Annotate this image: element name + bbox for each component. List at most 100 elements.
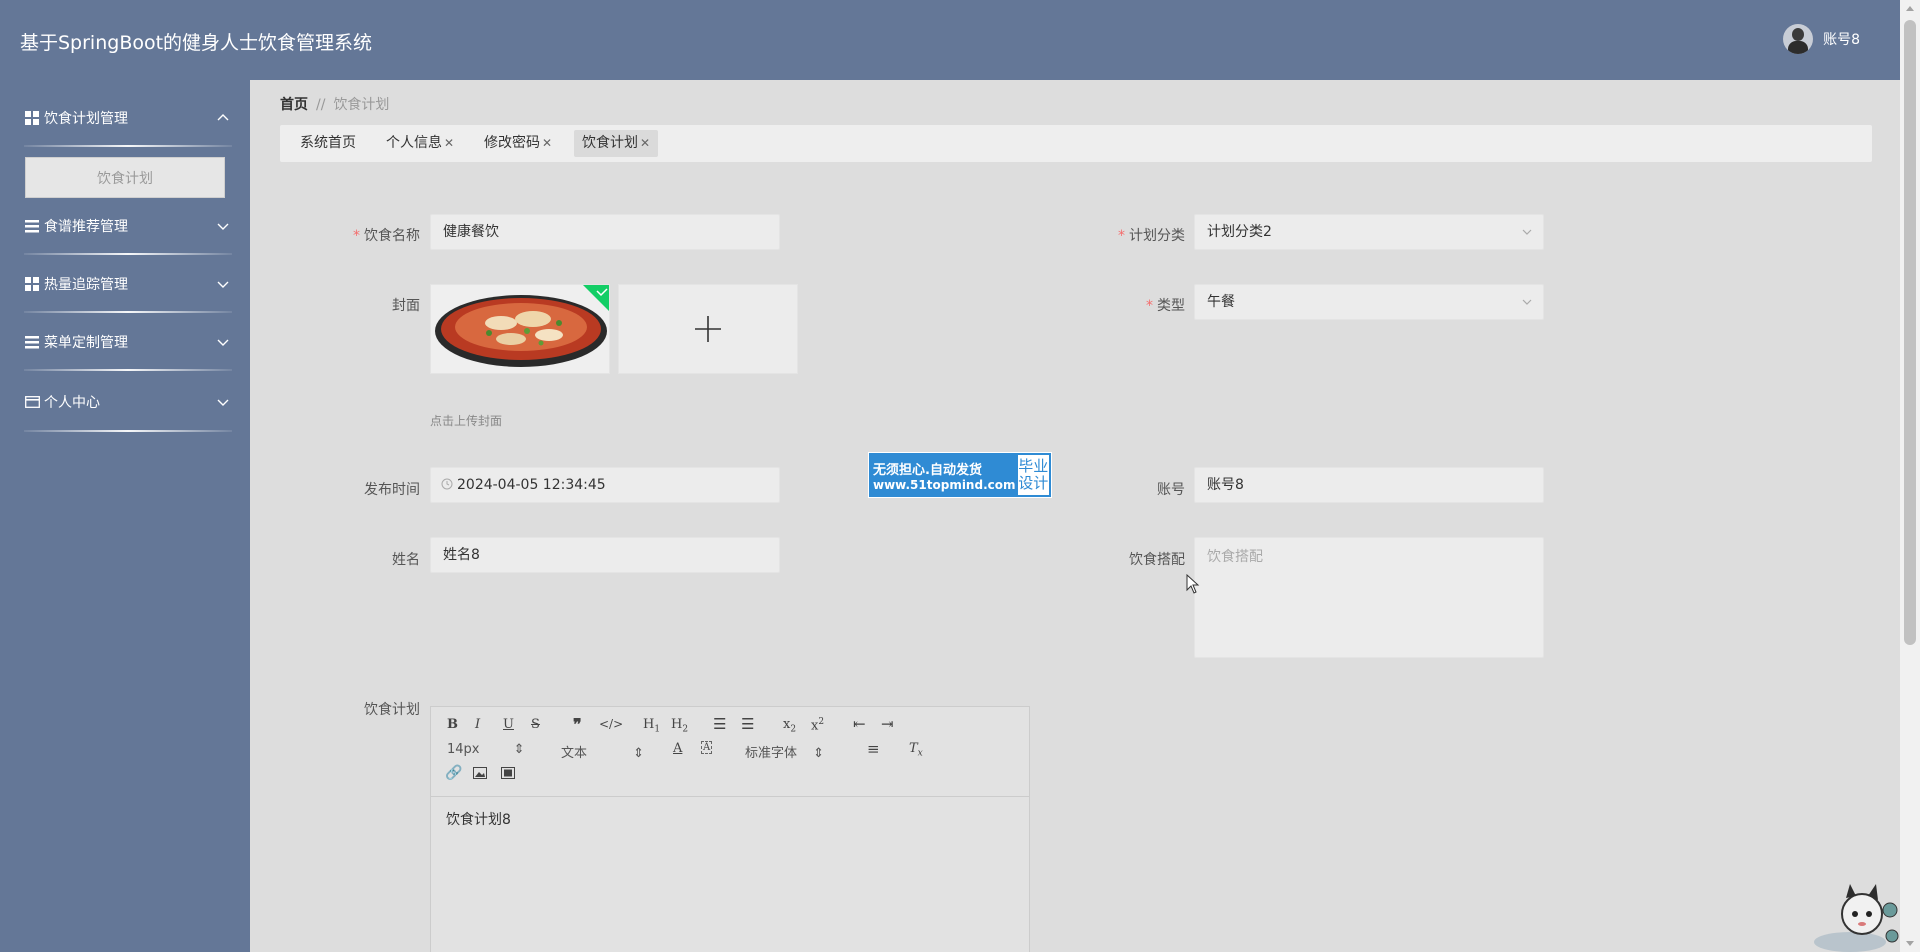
- vertical-scrollbar[interactable]: [1900, 0, 1920, 952]
- subscript-button[interactable]: x2: [783, 717, 796, 735]
- sidebar-item-label: 热量追踪管理: [44, 277, 128, 293]
- h2-button[interactable]: H2: [671, 717, 688, 735]
- close-icon[interactable]: ✕: [444, 136, 454, 150]
- app-title: 基于SpringBoot的健身人士饮食管理系统: [20, 32, 373, 54]
- divider: [24, 145, 232, 147]
- align-button[interactable]: ≡: [867, 740, 880, 758]
- label-diet-name: * 饮食名称: [300, 225, 420, 245]
- h1-button[interactable]: H1: [643, 717, 660, 735]
- list-icon: [24, 334, 40, 350]
- grid-icon: [24, 110, 40, 126]
- link-button[interactable]: 🔗: [445, 765, 462, 781]
- divider: [24, 369, 232, 371]
- diet-name-input[interactable]: 健康餐饮: [430, 214, 780, 250]
- food-bowl-image: [431, 285, 609, 373]
- ordered-list-button[interactable]: ☰: [713, 715, 726, 733]
- list-icon: [24, 218, 40, 234]
- header-select[interactable]: 文本 ⇕: [561, 742, 644, 761]
- upload-cover-button[interactable]: [618, 284, 798, 374]
- tab-change-password[interactable]: 修改密码 ✕: [476, 130, 560, 157]
- close-icon[interactable]: ✕: [542, 136, 552, 150]
- tab-label: 修改密码: [484, 135, 540, 151]
- image-button[interactable]: [473, 767, 487, 783]
- required-mark: *: [1118, 228, 1125, 244]
- tab-home[interactable]: 系统首页: [292, 130, 364, 157]
- label-diet-plan: 饮食计划: [364, 702, 420, 718]
- font-color-button[interactable]: A: [673, 741, 682, 756]
- sidebar-item-label: 饮食计划管理: [44, 111, 128, 127]
- plan-category-select[interactable]: 计划分类2: [1194, 214, 1544, 250]
- scroll-thumb[interactable]: [1904, 20, 1916, 645]
- italic-button[interactable]: I: [475, 717, 480, 732]
- breadcrumb-home[interactable]: 首页: [280, 97, 308, 113]
- underline-button[interactable]: U: [503, 717, 514, 732]
- divider: [24, 311, 232, 313]
- type-select[interactable]: 午餐: [1194, 284, 1544, 320]
- sidebar-item-menu-customization[interactable]: 菜单定制管理: [24, 324, 230, 360]
- font-size-select[interactable]: 14px ⇕: [447, 742, 525, 757]
- user-name[interactable]: 账号8: [1823, 29, 1860, 49]
- bullet-list-button[interactable]: ☰: [741, 715, 754, 733]
- cover-image[interactable]: [430, 284, 610, 374]
- divider: [24, 430, 232, 432]
- sidebar-subitem-diet-plan[interactable]: 饮食计划: [25, 157, 225, 198]
- card-icon: [24, 394, 40, 410]
- sidebar-item-label: 个人中心: [44, 395, 100, 411]
- tab-label: 个人信息: [386, 135, 442, 151]
- outdent-button[interactable]: ⇤: [853, 715, 866, 733]
- mouse-cursor-icon: [1186, 574, 1200, 594]
- tab-personal-info[interactable]: 个人信息 ✕: [378, 130, 462, 157]
- sidebar-item-diet-plan-management[interactable]: 饮食计划管理: [24, 100, 230, 136]
- label-publish-time: 发布时间: [364, 482, 420, 498]
- sidebar-item-recipe-recommendation[interactable]: 食谱推荐管理: [24, 208, 230, 244]
- label-plan-category: * 计划分类: [1065, 225, 1185, 245]
- avatar[interactable]: [1783, 24, 1814, 54]
- sidebar-item-personal-center[interactable]: 个人中心: [24, 384, 230, 420]
- image-icon: [473, 767, 487, 779]
- watermark-line2: www.51topmind.com: [873, 477, 1016, 492]
- user-menu[interactable]: 账号8: [1783, 24, 1860, 54]
- strike-button[interactable]: S: [531, 717, 540, 732]
- code-block-button[interactable]: </>: [599, 717, 623, 731]
- account-input[interactable]: 账号8: [1194, 467, 1544, 503]
- label-real-name: 姓名: [392, 552, 420, 568]
- bold-button[interactable]: B: [447, 717, 458, 732]
- publish-time-input[interactable]: 2024-04-05 12:34:45: [430, 467, 780, 503]
- video-button[interactable]: [501, 767, 515, 783]
- diet-match-textarea[interactable]: 饮食搭配: [1194, 537, 1544, 658]
- clear-format-button[interactable]: Tx: [909, 741, 923, 759]
- real-name-input[interactable]: 姓名8: [430, 537, 780, 573]
- upload-tip: 点击上传封面: [430, 414, 503, 428]
- label-text: 类型: [1157, 298, 1185, 314]
- tabs-bar: 系统首页 个人信息 ✕ 修改密码 ✕ 饮食计划 ✕: [280, 125, 1872, 162]
- watermark-right2: 设计: [1018, 474, 1049, 492]
- sidebar-item-calorie-tracking[interactable]: 热量追踪管理: [24, 266, 230, 302]
- chevron-up-icon: [217, 114, 229, 121]
- chevron-down-icon: [217, 399, 229, 406]
- font-family-select[interactable]: 标准字体 ⇕: [745, 742, 824, 761]
- sidebar: 饮食计划管理 饮食计划 食谱推荐管理 热量追踪管理 菜单定制管理 个人中心: [0, 80, 250, 952]
- scroll-down-arrow-icon[interactable]: [1906, 941, 1914, 946]
- blockquote-button[interactable]: ❞: [573, 715, 582, 734]
- chevron-down-icon: [1522, 229, 1532, 235]
- font-family-value: 标准字体: [745, 746, 798, 761]
- superscript-button[interactable]: x2: [811, 717, 824, 733]
- sidebar-item-label: 食谱推荐管理: [44, 219, 128, 235]
- chevron-down-icon: [1522, 299, 1532, 305]
- required-mark: *: [353, 228, 360, 244]
- background-color-button[interactable]: A: [701, 741, 713, 754]
- breadcrumb: 首页 // 饮食计划: [280, 94, 389, 114]
- watermark-badge: 无须担心.自动发货 www.51topmind.com 毕业 设计: [868, 452, 1052, 498]
- chevron-down-icon: [217, 281, 229, 288]
- editor-content[interactable]: 饮食计划8: [431, 797, 1029, 841]
- select-arrows-icon: ⇕: [633, 746, 645, 761]
- video-icon: [501, 767, 515, 779]
- close-icon[interactable]: ✕: [640, 136, 650, 150]
- scroll-up-arrow-icon[interactable]: [1906, 6, 1914, 11]
- plan-category-value: 计划分类2: [1207, 224, 1272, 240]
- font-size-value: 14px: [447, 742, 480, 757]
- label-account: 账号: [1157, 482, 1185, 498]
- indent-button[interactable]: ⇥: [881, 715, 894, 733]
- tab-diet-plan[interactable]: 饮食计划 ✕: [574, 130, 659, 157]
- label-text: 饮食名称: [364, 228, 420, 244]
